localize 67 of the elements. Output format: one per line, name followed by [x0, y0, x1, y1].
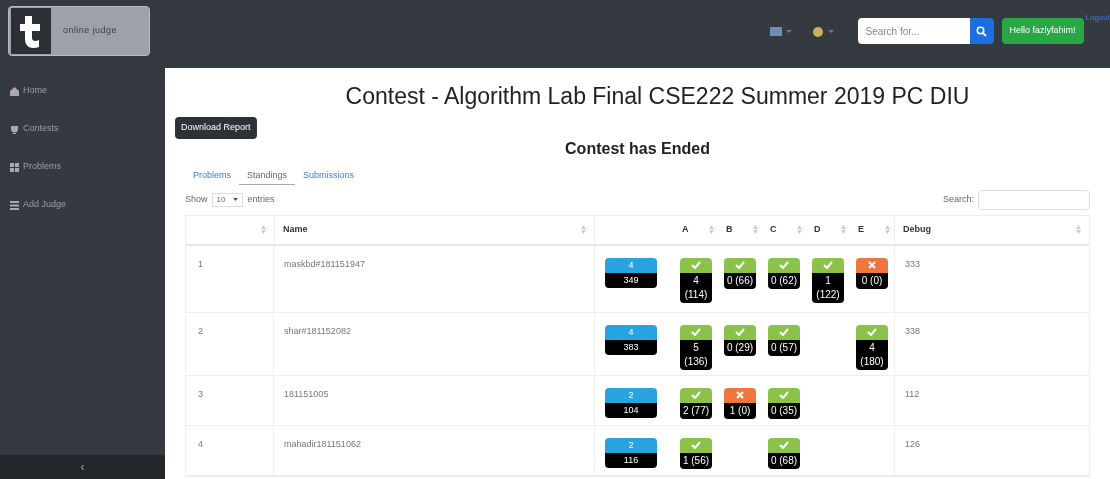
debug-cell: 112: [905, 388, 920, 399]
contest-status: Contest has Ended: [564, 138, 711, 159]
name-cell: 181151005: [284, 388, 329, 399]
page-title: Contest - Algorithm Lab Final CSE222 Summer 2019 PC DIU: [344, 82, 971, 111]
name-cell: shar#181152082: [284, 325, 351, 336]
check-icon: [691, 261, 701, 270]
logo-text: online judge: [63, 24, 117, 38]
list-icon: [10, 200, 19, 210]
table-search-field[interactable]: [978, 189, 1090, 210]
sort-icon: [709, 225, 714, 235]
check-icon: [867, 328, 877, 337]
entries-select[interactable]: 10: [211, 192, 244, 207]
rank-cell: 4: [198, 438, 203, 449]
home-icon: [10, 86, 19, 96]
check-icon: [691, 328, 701, 337]
trophy-icon: [10, 124, 19, 134]
check-icon: [779, 441, 789, 450]
search-button[interactable]: [969, 18, 994, 44]
sort-icon: [261, 225, 266, 235]
tab[interactable]: Standings: [239, 166, 296, 185]
column-header[interactable]: E: [858, 223, 864, 237]
rank-cell: 2: [198, 325, 203, 336]
show-label: Show: [185, 193, 208, 206]
column-header[interactable]: B: [726, 223, 733, 237]
sidebar-item[interactable]: Home: [0, 72, 165, 110]
column-header[interactable]: Debug: [903, 223, 931, 237]
check-icon: [779, 391, 789, 400]
debug-cell: 333: [905, 258, 921, 269]
search-icon: [976, 25, 987, 37]
check-icon: [779, 328, 789, 337]
check-icon: [735, 261, 745, 270]
name-cell: maskbd#181151947: [284, 258, 365, 269]
sidebar-item[interactable]: Contests: [0, 110, 165, 148]
sort-icon: [885, 225, 890, 235]
sort-icon: [797, 225, 802, 235]
check-icon: [691, 441, 701, 450]
sidebar-toggle[interactable]: ‹: [0, 455, 165, 479]
column-header[interactable]: Name: [283, 223, 308, 237]
search-field[interactable]: Search for...: [857, 18, 970, 44]
name-cell: mahadir181151062: [284, 438, 361, 449]
sort-icon: [581, 225, 586, 235]
check-icon: [823, 261, 833, 270]
sidebar-item[interactable]: Problems: [0, 148, 165, 186]
sidebar-item[interactable]: Add Judge: [0, 186, 165, 224]
sort-icon: [841, 225, 846, 235]
debug-cell: 126: [905, 438, 921, 449]
rank-cell: 1: [198, 258, 203, 269]
tab[interactable]: Submissions: [295, 166, 363, 185]
column-header[interactable]: A: [682, 223, 689, 237]
cross-icon: [736, 391, 744, 400]
check-icon: [691, 391, 701, 400]
column-header[interactable]: D: [814, 223, 821, 237]
check-icon: [779, 261, 789, 270]
sort-icon: [753, 225, 758, 235]
tab[interactable]: Problems: [185, 166, 239, 185]
entries-label: entries: [247, 193, 275, 206]
cross-icon: [868, 261, 876, 270]
column-header[interactable]: C: [770, 223, 777, 237]
debug-cell: 338: [905, 325, 921, 336]
check-icon: [735, 328, 745, 337]
table-icon: [10, 162, 19, 172]
search-label: Search:: [942, 193, 974, 206]
rank-cell: 3: [198, 388, 203, 399]
download-report-button[interactable]: Download Report: [175, 116, 257, 139]
sort-icon: [1076, 225, 1081, 235]
caret-icon: [233, 198, 239, 202]
site-logo[interactable]: online judge: [8, 6, 150, 56]
